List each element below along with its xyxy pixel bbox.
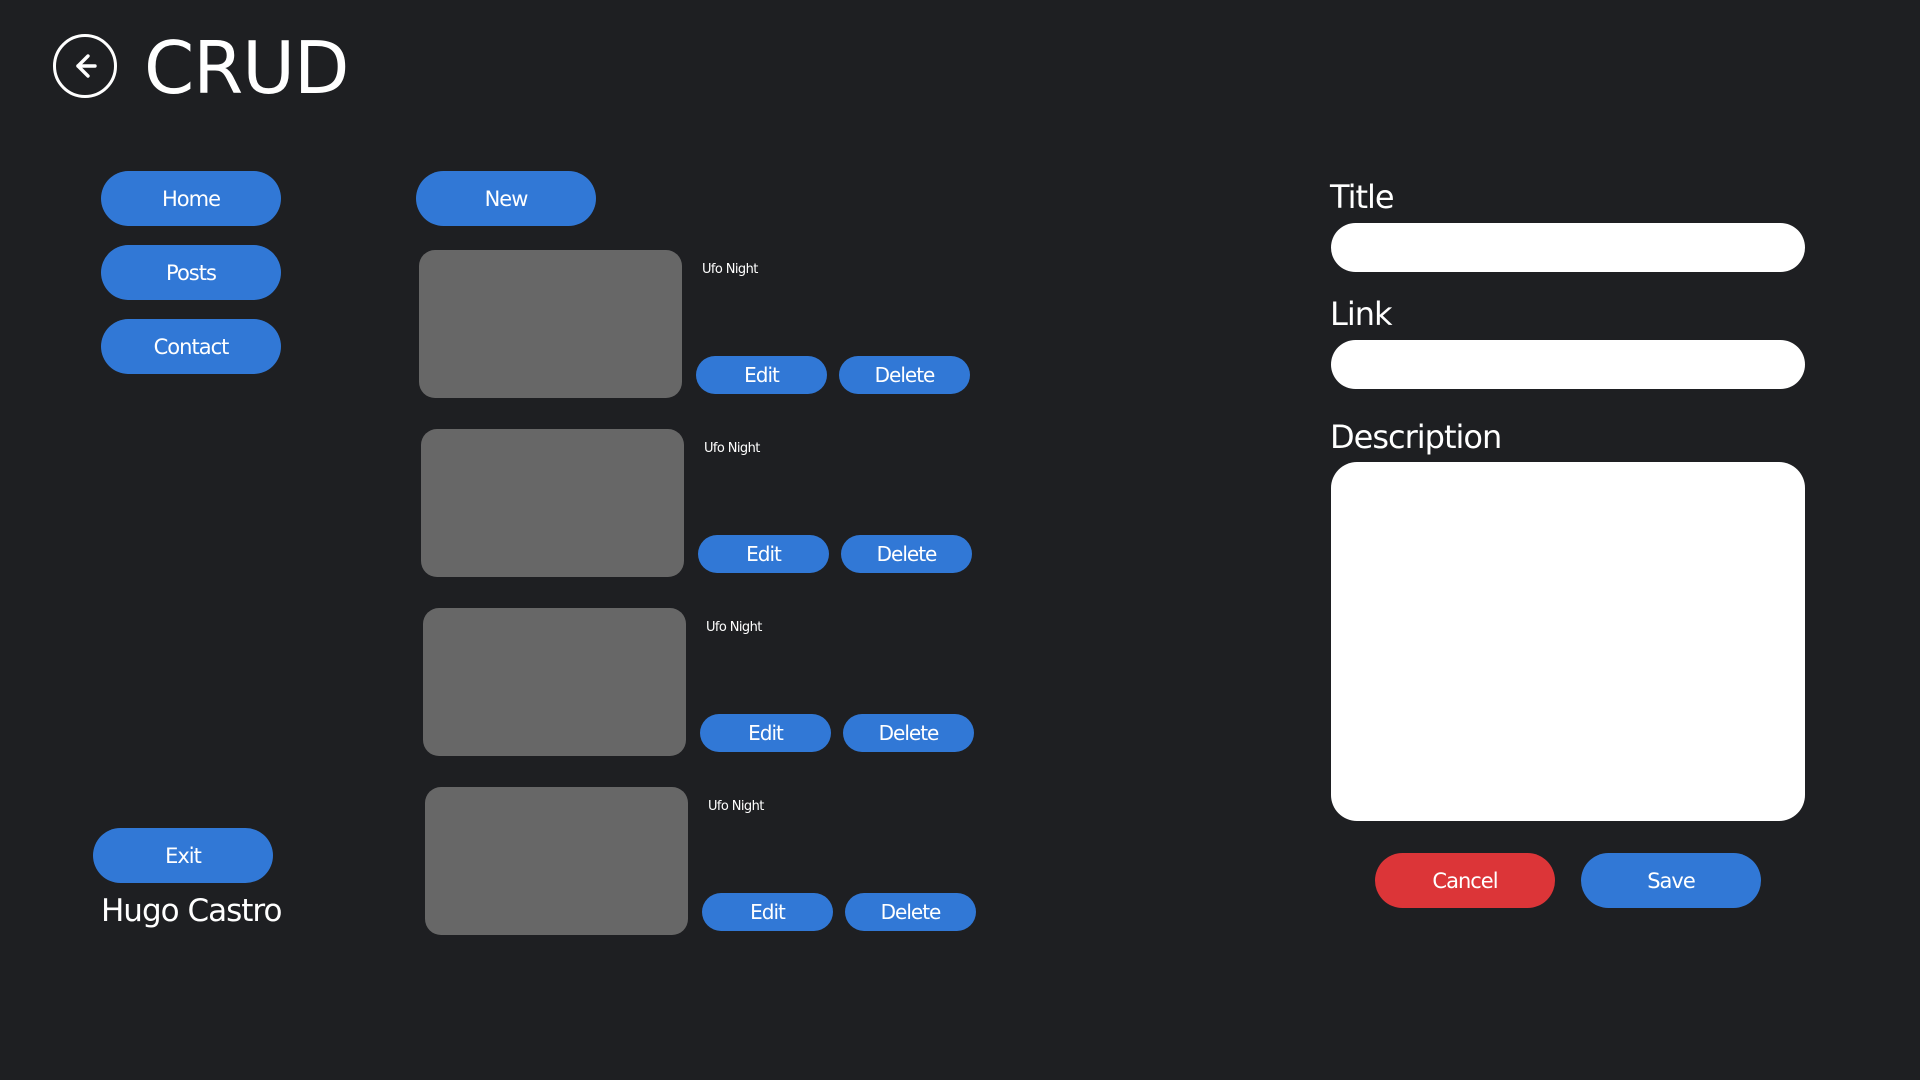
post-title: Ufo Night bbox=[704, 441, 760, 456]
post-item: Ufo Night Edit Delete bbox=[425, 787, 985, 937]
post-item: Ufo Night Edit Delete bbox=[423, 608, 983, 758]
delete-post-button[interactable]: Delete bbox=[841, 535, 972, 573]
arrow-left-icon bbox=[76, 54, 97, 78]
sidebar-item-posts[interactable]: Posts bbox=[101, 245, 281, 300]
post-thumbnail bbox=[419, 250, 682, 398]
app-root: CRUD Home Posts Contact New Ufo Night Ed… bbox=[0, 0, 1920, 1080]
post-title: Ufo Night bbox=[706, 620, 762, 635]
edit-post-button[interactable]: Edit bbox=[698, 535, 829, 573]
delete-post-button[interactable]: Delete bbox=[839, 356, 970, 394]
new-post-button[interactable]: New bbox=[416, 171, 596, 226]
sidebar-item-contact[interactable]: Contact bbox=[101, 319, 281, 374]
link-input[interactable] bbox=[1331, 340, 1805, 389]
edit-post-button[interactable]: Edit bbox=[696, 356, 827, 394]
link-label: Link bbox=[1330, 295, 1393, 333]
post-thumbnail bbox=[421, 429, 684, 577]
post-thumbnail bbox=[425, 787, 688, 935]
delete-post-button[interactable]: Delete bbox=[843, 714, 974, 752]
edit-post-button[interactable]: Edit bbox=[700, 714, 831, 752]
post-item: Ufo Night Edit Delete bbox=[421, 429, 981, 579]
edit-post-button[interactable]: Edit bbox=[702, 893, 833, 931]
title-input[interactable] bbox=[1331, 223, 1805, 272]
user-name: Hugo Castro bbox=[101, 893, 282, 929]
exit-button[interactable]: Exit bbox=[93, 828, 273, 883]
post-thumbnail bbox=[423, 608, 686, 756]
save-button[interactable]: Save bbox=[1581, 853, 1761, 908]
page-title: CRUD bbox=[144, 26, 349, 110]
delete-post-button[interactable]: Delete bbox=[845, 893, 976, 931]
post-item: Ufo Night Edit Delete bbox=[419, 250, 979, 400]
back-button[interactable] bbox=[53, 34, 117, 98]
post-title: Ufo Night bbox=[702, 262, 758, 277]
sidebar-item-home[interactable]: Home bbox=[101, 171, 281, 226]
cancel-button[interactable]: Cancel bbox=[1375, 853, 1555, 908]
post-title: Ufo Night bbox=[708, 799, 764, 814]
description-textarea[interactable] bbox=[1331, 462, 1805, 821]
description-label: Description bbox=[1330, 418, 1502, 456]
title-label: Title bbox=[1330, 178, 1395, 216]
